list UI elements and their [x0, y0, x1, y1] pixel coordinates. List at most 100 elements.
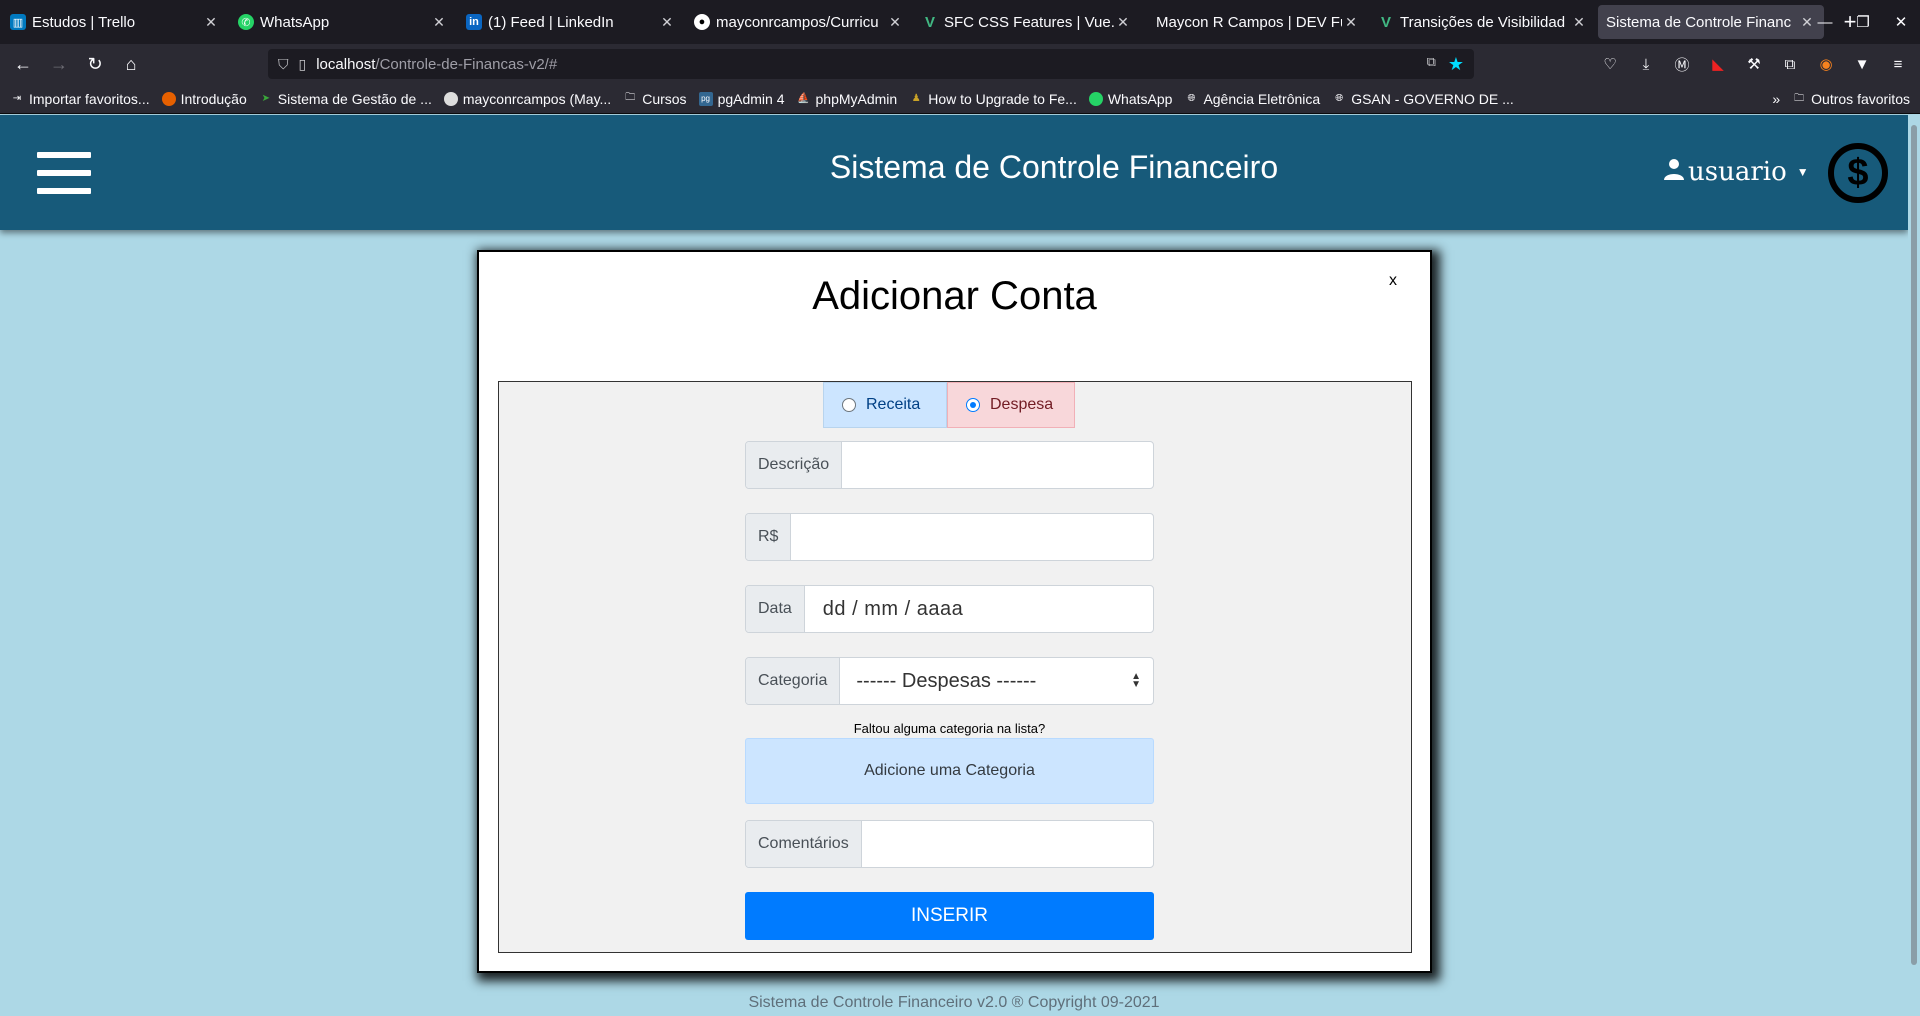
bookmark-item[interactable]: ⛵ phpMyAdmin [797, 90, 898, 107]
extension-v-icon[interactable]: ▼ [1844, 56, 1880, 73]
categoria-label: Categoria [746, 658, 841, 704]
bookmark-star-icon[interactable]: ★ [1448, 54, 1464, 75]
globe-icon: 🌐︎ [1187, 93, 1196, 104]
valor-label: R$ [746, 514, 792, 560]
modal-close-button[interactable]: x [1389, 272, 1397, 290]
user-name: usuario [1688, 157, 1787, 187]
close-icon[interactable]: ✕ [202, 14, 220, 31]
radio-receita[interactable]: Receita [823, 382, 947, 428]
close-icon[interactable]: ✕ [1570, 14, 1588, 31]
descricao-input[interactable] [842, 442, 1153, 488]
browser-tab[interactable]: Maycon R Campos | DEV Fu ✕ [1142, 5, 1368, 39]
app-header: Sistema de Controle Financeiro usuario ▼… [0, 115, 1908, 230]
bookmark-item[interactable]: 🌐︎ Agência Eletrônica [1184, 91, 1320, 107]
bookmark-item[interactable]: pg pgAdmin 4 [698, 91, 785, 107]
whatsapp-icon: ✆ [238, 14, 254, 30]
browser-tab[interactable]: ● mayconrcampos/Curricu ✕ [686, 5, 912, 39]
browser-tab[interactable]: V SFC CSS Features | Vue.j ✕ [914, 5, 1140, 39]
firefox-icon [161, 91, 176, 106]
downloads-icon[interactable]: ⤓ [1628, 56, 1664, 73]
bookmarks-bar: ⇥ Importar favoritos... Introdução ➤ Siste… [0, 84, 1920, 114]
close-window-icon[interactable]: ✕ [1882, 13, 1920, 31]
user-menu[interactable]: usuario ▼ [1664, 157, 1809, 187]
whatsapp-icon [1088, 91, 1103, 106]
tab-title: (1) Feed | LinkedIn [488, 13, 614, 31]
categoria-group: Categoria ------ Despesas ------ ▲ ▼ [745, 657, 1154, 705]
browser-tab[interactable]: V Transições de Visibilidad ✕ [1370, 5, 1596, 39]
translate-icon[interactable]: ⧉ [1427, 54, 1436, 75]
radio-circle-icon[interactable] [842, 398, 856, 412]
missing-category-text: Faltou alguma categoria na lista? [853, 721, 1046, 736]
menu-icon[interactable]: ≡ [1880, 56, 1916, 73]
descricao-label: Descrição [746, 442, 843, 488]
bookmark-item[interactable]: 🗀 Cursos [623, 91, 686, 107]
more-bookmarks-icon[interactable]: » [1772, 91, 1780, 107]
radio-label: Receita [866, 396, 921, 413]
browser-tab[interactable]: ▥ Estudos | Trello ✕ [2, 5, 228, 39]
add-account-modal: Adicionar Conta x Receita Despesa Descri… [477, 250, 1432, 973]
import-icon: ⇥ [12, 93, 22, 104]
bookmark-label: mayconrcampos (May... [462, 90, 612, 107]
close-icon[interactable]: ✕ [886, 14, 904, 31]
other-bookmarks[interactable]: 🗀 Outros favoritos [1792, 91, 1910, 107]
comentarios-input[interactable] [862, 821, 1153, 867]
browser-tab-active[interactable]: Sistema de Controle Financ ✕ [1598, 5, 1824, 39]
account-form: Receita Despesa Descrição R$ Data dd / m… [498, 381, 1412, 953]
descricao-group: Descrição [745, 441, 1154, 489]
bookmark-item[interactable]: ⇥ Importar favoritos... [10, 91, 150, 107]
extension-red-icon[interactable]: ◣ [1700, 55, 1736, 73]
browser-tab[interactable]: ✆ WhatsApp ✕ [230, 5, 456, 39]
bookmark-label: WhatsApp [1107, 90, 1173, 107]
scrollbar-thumb[interactable] [1911, 125, 1917, 965]
bookmark-item[interactable]: WhatsApp [1088, 90, 1173, 107]
valor-input[interactable] [791, 514, 1153, 560]
radio-checked-icon[interactable] [966, 398, 980, 412]
page-scrollbar[interactable] [1908, 115, 1920, 1016]
close-icon[interactable]: ✕ [658, 14, 676, 31]
restore-icon[interactable]: ❐ [1844, 13, 1882, 31]
tab-title: mayconrcampos/Curricu [716, 13, 879, 31]
minimize-icon[interactable]: — [1806, 14, 1844, 31]
browser-tab[interactable]: in (1) Feed | LinkedIn ✕ [458, 5, 684, 39]
categoria-select[interactable]: ------ Despesas ------ ▲ ▼ [840, 658, 1153, 704]
tab-title: Estudos | Trello [32, 13, 136, 31]
back-icon[interactable]: ← [6, 49, 40, 79]
github-icon [443, 91, 458, 106]
pocket-icon[interactable]: ♡ [1592, 55, 1628, 73]
forward-icon[interactable]: → [42, 49, 76, 79]
comentarios-label: Comentários [746, 821, 862, 867]
bookmark-label: phpMyAdmin [815, 90, 898, 107]
github-icon: ● [694, 14, 710, 30]
extension-m-icon[interactable]: Ⓜ [1664, 54, 1700, 75]
close-icon[interactable]: ✕ [430, 14, 448, 31]
trello-icon: ▥ [10, 14, 26, 30]
bookmark-label: Introdução [180, 90, 247, 107]
date-input[interactable]: dd / mm / aaaa [805, 586, 1153, 632]
shield-icon[interactable]: ⛉ [278, 56, 289, 73]
extension-orange-icon[interactable]: ◉ [1808, 55, 1844, 73]
bookmark-item[interactable]: ♟ How to Upgrade to Fe... [909, 91, 1077, 107]
bookmark-item[interactable]: 🌐︎ GSAN - GOVERNO DE ... [1332, 91, 1514, 107]
radio-despesa[interactable]: Despesa [947, 382, 1075, 428]
add-category-button[interactable]: Adicione uma Categoria [745, 738, 1154, 804]
bookmark-label: Outros favoritos [1811, 91, 1910, 107]
home-icon[interactable]: ⌂ [114, 49, 148, 79]
caret-down-icon: ▼ [1796, 165, 1809, 179]
howto-icon: ♟ [911, 93, 921, 104]
close-icon[interactable]: ✕ [1342, 14, 1360, 31]
bookmark-item[interactable]: Introdução [161, 90, 247, 107]
url-bar[interactable]: ⛉ ▯ localhost/Controle-de-Financas-v2/# … [268, 49, 1474, 79]
extension-tool-icon[interactable]: ⚒ [1736, 55, 1772, 73]
bookmark-item[interactable]: mayconrcampos (May... [443, 90, 612, 107]
close-icon[interactable]: ✕ [1114, 14, 1132, 31]
inserir-button[interactable]: INSERIR [745, 892, 1154, 940]
sg-icon: ➤ [261, 93, 270, 104]
extension-translate-icon[interactable]: ⧉ [1772, 56, 1808, 73]
valor-group: R$ [745, 513, 1154, 561]
radio-label: Despesa [990, 396, 1054, 413]
app-title: Sistema de Controle Financeiro [829, 149, 1279, 185]
vue-icon: V [1380, 13, 1391, 31]
bookmark-item[interactable]: ➤ Sistema de Gestão de ... [259, 91, 432, 107]
globe-icon: 🌐︎ [1335, 93, 1344, 104]
reload-icon[interactable]: ↻ [78, 49, 112, 79]
